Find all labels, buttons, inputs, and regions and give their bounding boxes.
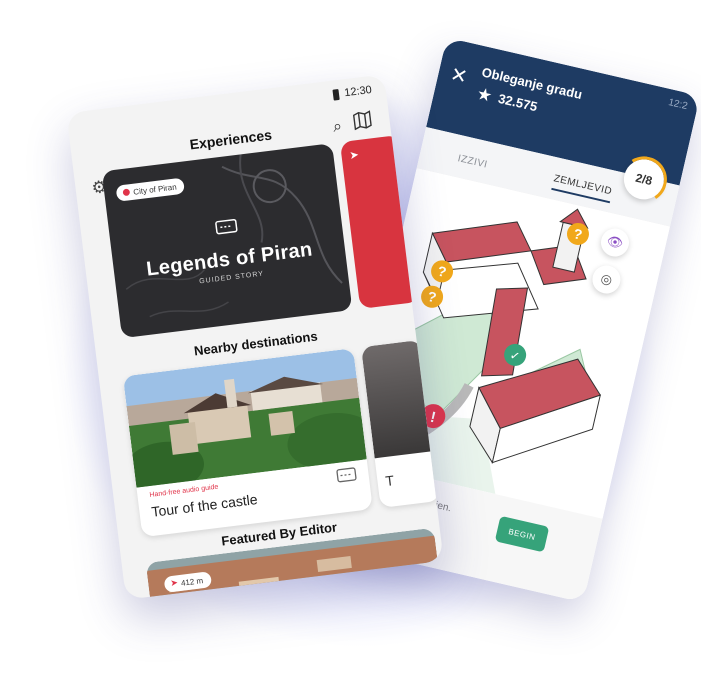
- challenge-title: Obleganje gradu: [480, 64, 584, 103]
- castle-photo: [122, 348, 367, 488]
- status-bar: 12:30: [332, 83, 373, 101]
- location-name: City of Piran: [132, 181, 178, 197]
- distance-value: 412 m: [180, 575, 204, 588]
- scroll-icon: [215, 218, 238, 235]
- route-icon: [336, 467, 357, 483]
- map-icon[interactable]: [352, 110, 372, 131]
- location-pin-icon: ●: [121, 187, 131, 199]
- story-card[interactable]: ● City of Piran Legends of Piran GUIDED …: [101, 143, 353, 339]
- close-icon[interactable]: ✕: [448, 62, 470, 89]
- experiences-phone: 12:30 Experiences ⌕ ⚙ ● City of Piran Le…: [66, 74, 444, 600]
- status-time: 12:2: [667, 97, 689, 113]
- castle-tour-card[interactable]: Hand-free audio guide Tour of the castle: [122, 348, 373, 538]
- star-icon: ★: [474, 83, 495, 107]
- challenge-score: 32.575: [496, 90, 539, 115]
- battery-icon: [332, 88, 341, 101]
- side-destination-title: T: [384, 472, 396, 490]
- begin-button[interactable]: BEGIN: [494, 515, 550, 553]
- tab-zemljevid[interactable]: ZEMLJEVID: [551, 173, 614, 204]
- status-time: 12:30: [343, 83, 373, 100]
- navigation-arrow-icon: ➤: [169, 578, 179, 590]
- tab-izzivi[interactable]: IZZIVI: [457, 153, 489, 171]
- navigation-arrow-icon: ➤: [348, 148, 360, 163]
